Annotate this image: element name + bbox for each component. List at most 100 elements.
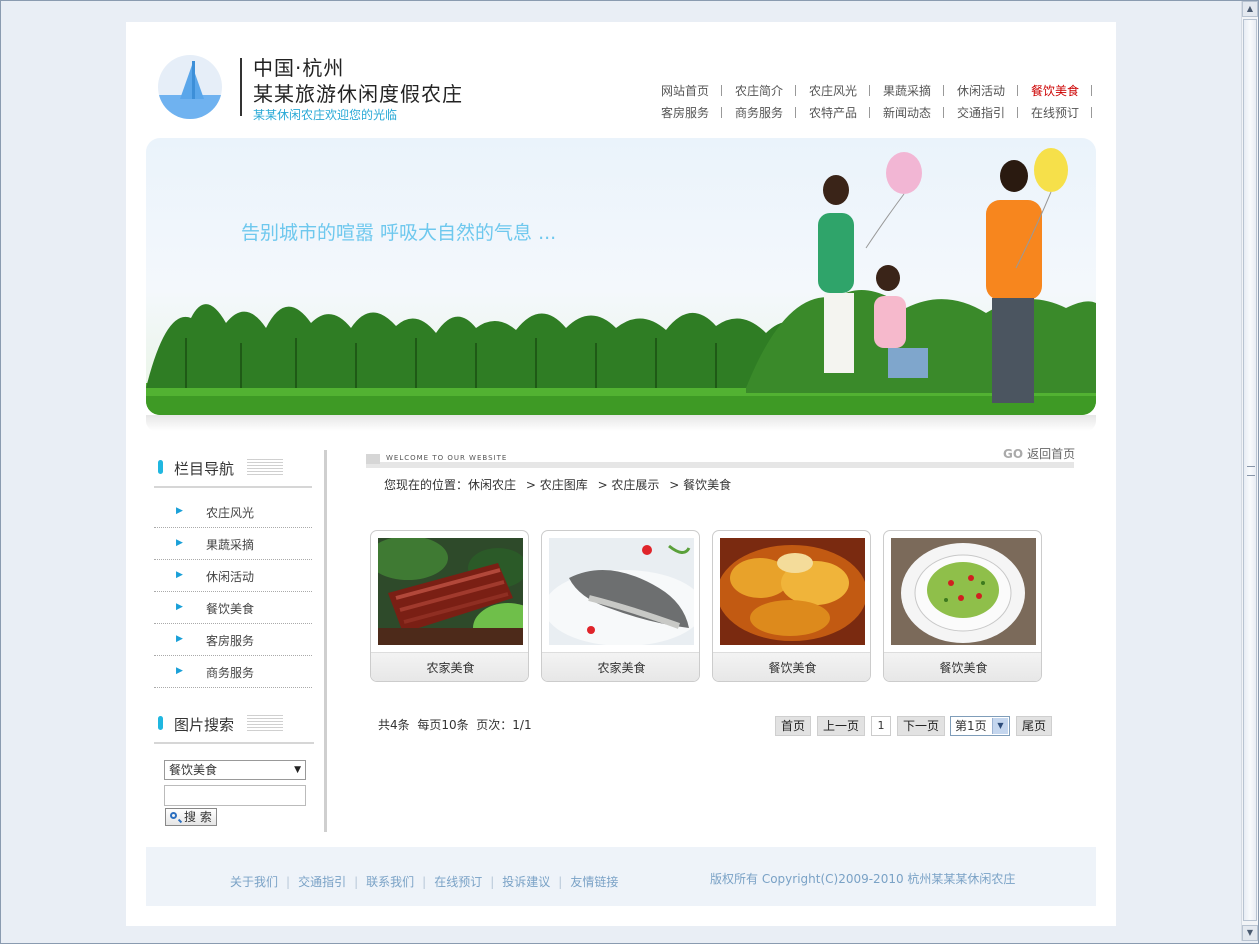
steamed-fish-photo[interactable] [549, 538, 694, 645]
banner-slogan: 告别城市的喧嚣 呼吸大自然的气息 ... [241, 222, 557, 244]
gallery-card-caption[interactable]: 农家美食 [371, 659, 528, 676]
nav-home[interactable]: 网站首页 [648, 82, 722, 99]
search-icon [170, 812, 177, 819]
gallery-card-caption[interactable]: 农家美食 [542, 659, 699, 676]
sidebar-item-leisure[interactable]: ▶ 休闲活动 [154, 560, 312, 592]
image-search-header: 图片搜索 [154, 708, 326, 748]
logo-icon[interactable] [158, 55, 222, 119]
logo-title-line2: 某某旅游休闲度假农庄 [253, 82, 463, 106]
go-icon: GO [1003, 447, 1024, 461]
sidebar-nav-header: 栏目导航 [154, 452, 326, 488]
nav-news[interactable]: 新闻动态 [870, 104, 944, 121]
copyright: 版权所有 Copyright(C)2009-2010 杭州某某某休闲农庄 [710, 872, 1016, 886]
nav-business[interactable]: 商务服务 [722, 104, 796, 121]
nav-rooms[interactable]: 客房服务 [648, 104, 722, 121]
page-number[interactable]: 1 [871, 716, 891, 736]
sidebar-nav-title: 栏目导航 [174, 460, 235, 478]
total-count: 4 [390, 718, 398, 732]
banner-shadow [146, 415, 1096, 431]
gallery-card[interactable]: 餐饮美食 [883, 530, 1042, 682]
gallery-card[interactable]: 农家美食 [541, 530, 700, 682]
footer-link-booking[interactable]: 在线预订 [434, 875, 482, 889]
nav-intro[interactable]: 农庄简介 [722, 82, 796, 99]
footer-link-contact[interactable]: 联系我们 [366, 875, 414, 889]
breadcrumb-item[interactable]: > 农庄图库 [526, 478, 588, 492]
breadcrumb-item[interactable]: 休闲农庄 [468, 478, 516, 492]
footer-link-traffic[interactable]: 交通指引 [298, 875, 346, 889]
sidebar-item-label: 餐饮美食 [206, 602, 255, 616]
sidebar-item-rooms[interactable]: ▶ 客房服务 [154, 624, 312, 656]
home-link-label: 返回首页 [1027, 447, 1076, 461]
pages-value: 1/1 [512, 718, 532, 732]
main-nav: 网站首页 农庄简介 农庄风光 果蔬采摘 休闲活动 餐饮美食 客房服务 商务服务 … [648, 79, 1098, 123]
last-page-button[interactable]: 尾页 [1016, 716, 1052, 736]
sidebar-nav-list: ▶ 农庄风光 ▶ 果蔬采摘 ▶ 休闲活动 ▶ 餐饮美食 ▶ 客房服务 ▶ 商务服务 [154, 496, 326, 688]
total-label: 共 [378, 718, 391, 732]
breadcrumb-prefix: 您现在的位置： [384, 478, 469, 492]
search-input[interactable] [164, 785, 306, 806]
footer-link-complaints[interactable]: 投诉建议 [502, 875, 550, 889]
banner-forest-image [146, 148, 1096, 415]
nav-row-1: 网站首页 农庄简介 农庄风光 果蔬采摘 休闲活动 餐饮美食 [648, 79, 1098, 101]
nav-picking[interactable]: 果蔬采摘 [870, 82, 944, 99]
sidebar-item-label: 商务服务 [206, 666, 255, 680]
sidebar-item-scenery[interactable]: ▶ 农庄风光 [154, 496, 312, 528]
footer: 关于我们 | 交通指引 | 联系我们 | 在线预订 | 投诉建议 | 友情链接 版权所有 Copyr… [146, 847, 1096, 906]
gallery-card-caption[interactable]: 餐饮美食 [884, 659, 1041, 676]
image-search-title: 图片搜索 [174, 716, 235, 734]
next-page-button[interactable]: 下一页 [897, 716, 945, 736]
sidebar: 栏目导航 ▶ 农庄风光 ▶ 果蔬采摘 ▶ 休闲活动 ▶ 餐饮美食 ▶ 客房服务 ▶ 商务服务 [154, 452, 326, 688]
nav-products[interactable]: 农特产品 [796, 104, 870, 121]
footer-link-friends[interactable]: 友情链接 [570, 875, 618, 889]
gallery-card[interactable]: 农家美食 [370, 530, 529, 682]
breadcrumb-item[interactable]: > 农庄展示 [598, 478, 660, 492]
arrow-right-icon: ▶ [176, 666, 183, 676]
arrow-right-icon: ▶ [176, 538, 183, 548]
glazed-chicken-photo[interactable] [720, 538, 865, 645]
vertical-scrollbar[interactable]: ▲ ▼ [1241, 1, 1258, 941]
sidebar-item-picking[interactable]: ▶ 果蔬采摘 [154, 528, 312, 560]
pagination-info: 共4条 每页10条 页次：1/1 [378, 716, 532, 733]
search-category-select[interactable]: 餐饮美食 ▼ [164, 760, 306, 780]
breadcrumb-item[interactable]: > 餐饮美食 [669, 478, 731, 492]
sidebar-item-label: 农庄风光 [206, 506, 255, 520]
green-pepper-dish-photo[interactable] [891, 538, 1036, 645]
per-page-label: 每页 [417, 718, 442, 732]
page-select[interactable]: 第1页 ▼ [950, 716, 1010, 736]
first-page-button[interactable]: 首页 [775, 716, 811, 736]
logo-title-line1: 中国·杭州 [253, 56, 345, 80]
bullet-icon [158, 460, 163, 474]
footer-link-about[interactable]: 关于我们 [230, 875, 278, 889]
nav-row-2: 客房服务 商务服务 农特产品 新闻动态 交通指引 在线预订 [648, 101, 1098, 123]
arrow-right-icon: ▶ [176, 570, 183, 580]
breadcrumb: 您现在的位置：休闲农庄 > 农庄图库 > 农庄展示 > 餐饮美食 [384, 476, 737, 493]
search-category-value: 餐饮美食 [169, 763, 218, 777]
home-link[interactable]: GO 返回首页 [1003, 445, 1075, 462]
nav-food[interactable]: 餐饮美食 [1018, 82, 1092, 99]
prev-page-button[interactable]: 上一页 [817, 716, 865, 736]
total-unit: 条 [397, 718, 410, 732]
nav-scenery[interactable]: 农庄风光 [796, 82, 870, 99]
sidebar-item-business[interactable]: ▶ 商务服务 [154, 656, 312, 688]
scroll-down-icon[interactable]: ▼ [1242, 925, 1258, 941]
decor-lines-icon [247, 459, 283, 477]
scroll-thumb[interactable] [1243, 19, 1257, 921]
nav-leisure[interactable]: 休闲活动 [944, 82, 1018, 99]
logo-divider [240, 58, 242, 116]
sidebar-item-label: 果蔬采摘 [206, 538, 255, 552]
search-button-label: 搜 索 [184, 810, 212, 824]
arrow-right-icon: ▶ [176, 602, 183, 612]
gallery-card[interactable]: 餐饮美食 [712, 530, 871, 682]
braised-pork-photo[interactable] [378, 538, 523, 645]
nav-traffic[interactable]: 交通指引 [944, 104, 1018, 121]
nav-booking[interactable]: 在线预订 [1018, 104, 1092, 121]
gallery-card-caption[interactable]: 餐饮美食 [713, 659, 870, 676]
per-page-unit: 条 [456, 718, 469, 732]
welcome-bar: WELCOME TO OUR WEBSITE [366, 452, 1074, 468]
scroll-up-icon[interactable]: ▲ [1242, 1, 1258, 17]
sidebar-item-food[interactable]: ▶ 餐饮美食 [154, 592, 312, 624]
per-page-count: 10 [441, 718, 457, 732]
logo-slogan: 某某休闲农庄欢迎您的光临 [253, 108, 398, 122]
search-button[interactable]: 搜 索 [165, 808, 217, 826]
grip-icon [1247, 466, 1255, 476]
